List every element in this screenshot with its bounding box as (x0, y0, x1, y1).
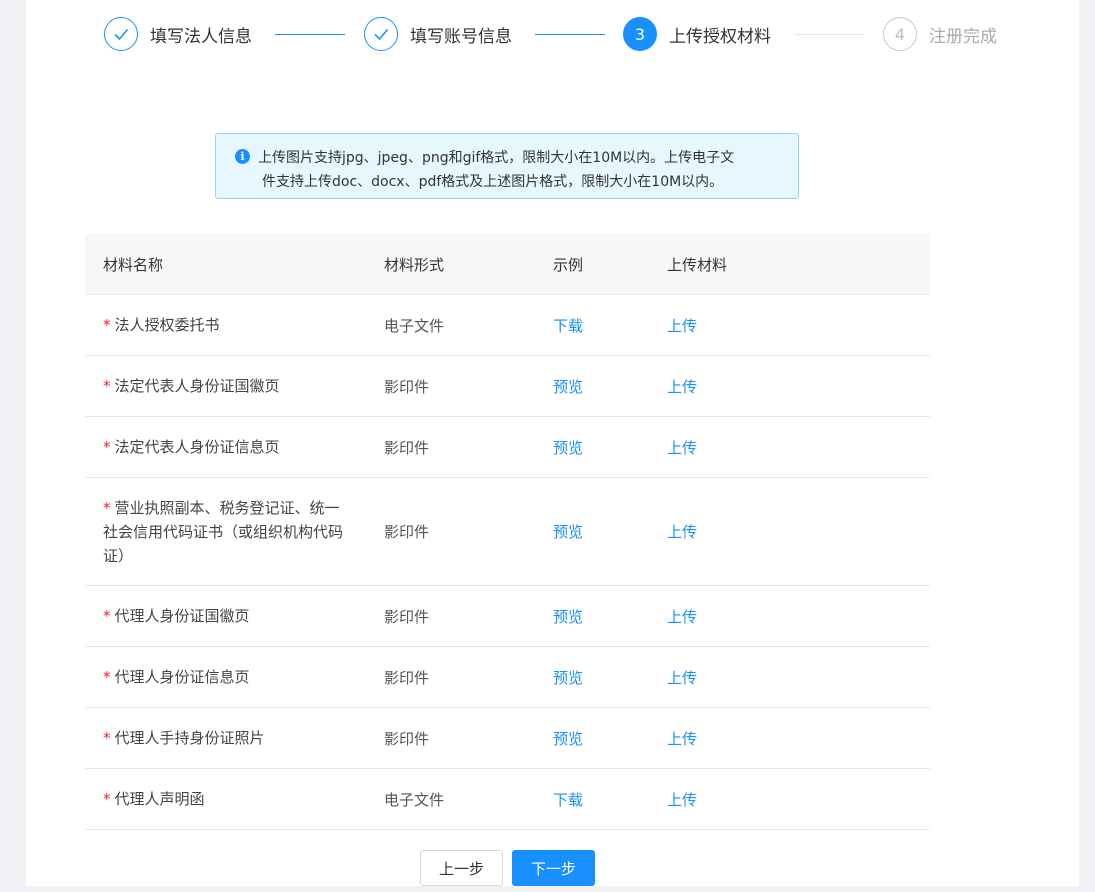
required-mark: * (103, 438, 111, 456)
steps-bar: 填写法人信息 填写账号信息 3 上传授权材料 4 注册完成 (26, 0, 1079, 70)
table-row: * 法定代表人身份证国徽页 影印件 预览 上传 (85, 356, 930, 417)
step-4-title: 注册完成 (929, 26, 997, 47)
table-row: * 营业执照副本、税务登记证、统一社会信用代码证书（或组织机构代码证） 影印件 预… (85, 478, 930, 586)
check-icon (364, 17, 398, 51)
step-connector-3 (794, 34, 864, 35)
step-connector-1 (275, 34, 345, 35)
table-row: * 法人授权委托书 电子文件 下载 上传 (85, 295, 930, 356)
materials-table: 材料名称 材料形式 示例 上传材料 * 法人授权委托书 电子文件 下载 上传 * 法… (85, 234, 930, 830)
table-header: 材料名称 材料形式 示例 上传材料 (85, 234, 930, 295)
material-form: 影印件 (384, 523, 430, 541)
prev-step-button[interactable]: 上一步 (420, 850, 503, 886)
step-3-number: 3 (623, 17, 657, 51)
step-connector-2 (535, 34, 605, 35)
required-mark: * (103, 668, 111, 686)
material-name: * 代理人身份证信息页 (103, 647, 348, 707)
page: 填写法人信息 填写账号信息 3 上传授权材料 4 注册完成 i 上传图片支持jp… (26, 0, 1079, 886)
material-name: * 营业执照副本、税务登记证、统一社会信用代码证书（或组织机构代码证） (103, 478, 343, 585)
step-3: 3 上传授权材料 (623, 16, 771, 52)
table-row: * 代理人手持身份证照片 影印件 预览 上传 (85, 708, 930, 769)
upload-link[interactable]: 上传 (667, 295, 787, 355)
example-preview-link[interactable]: 预览 (553, 647, 643, 707)
header-upload: 上传材料 (667, 255, 728, 274)
material-name: * 法定代表人身份证国徽页 (103, 356, 348, 416)
step-4-number: 4 (883, 17, 917, 51)
required-mark: * (103, 498, 111, 517)
material-form: 影印件 (384, 729, 430, 748)
header-example: 示例 (553, 255, 584, 274)
alert-text-line-1: 上传图片支持jpg、jpeg、png和gif格式，限制大小在10M以内。上传电子… (258, 150, 735, 166)
upload-link[interactable]: 上传 (667, 647, 787, 707)
required-mark: * (103, 316, 111, 334)
header-material-form: 材料形式 (384, 255, 445, 274)
material-name: * 代理人手持身份证照片 (103, 708, 348, 768)
material-form: 影印件 (384, 668, 430, 687)
table-row: * 代理人身份证信息页 影印件 预览 上传 (85, 647, 930, 708)
required-mark: * (103, 377, 111, 395)
next-step-button[interactable]: 下一步 (512, 850, 595, 886)
step-2: 填写账号信息 (364, 16, 512, 52)
material-name-text: 营业执照副本、税务登记证、统一社会信用代码证书（或组织机构代码证） (103, 498, 344, 565)
required-mark: * (103, 729, 111, 747)
step-4: 4 注册完成 (883, 16, 997, 52)
alert-text-line-2: 件支持上传doc、docx、pdf格式及上述图片格式，限制大小在10M以内。 (262, 174, 724, 190)
material-form: 影印件 (384, 607, 430, 626)
step-1: 填写法人信息 (104, 16, 252, 52)
example-preview-link[interactable]: 预览 (553, 356, 643, 416)
example-download-link[interactable]: 下载 (553, 295, 643, 355)
step-2-title: 填写账号信息 (410, 26, 512, 47)
example-preview-link[interactable]: 预览 (553, 586, 643, 646)
material-name-text: 法定代表人身份证信息页 (114, 438, 280, 456)
material-name-text: 代理人身份证信息页 (114, 668, 250, 686)
material-name-text: 代理人手持身份证照片 (114, 729, 265, 747)
required-mark: * (103, 790, 111, 808)
upload-link[interactable]: 上传 (667, 417, 787, 477)
info-icon: i (235, 149, 250, 164)
material-name-text: 法人授权委托书 (114, 316, 220, 334)
step-1-title: 填写法人信息 (150, 26, 252, 47)
table-row: * 代理人声明函 电子文件 下载 上传 (85, 769, 930, 830)
material-name: * 法人授权委托书 (103, 295, 348, 355)
upload-link[interactable]: 上传 (667, 769, 787, 829)
upload-link[interactable]: 上传 (667, 478, 787, 585)
example-preview-link[interactable]: 预览 (553, 708, 643, 768)
check-icon (104, 17, 138, 51)
material-name-text: 代理人身份证国徽页 (114, 607, 250, 625)
upload-link[interactable]: 上传 (667, 586, 787, 646)
table-row: * 代理人身份证国徽页 影印件 预览 上传 (85, 586, 930, 647)
table-row: * 法定代表人身份证信息页 影印件 预览 上传 (85, 417, 930, 478)
material-name: * 法定代表人身份证信息页 (103, 417, 348, 477)
material-name-text: 代理人声明函 (114, 790, 205, 808)
material-name-text: 法定代表人身份证国徽页 (114, 377, 280, 395)
example-preview-link[interactable]: 预览 (553, 417, 643, 477)
example-preview-link[interactable]: 预览 (553, 478, 643, 585)
upload-link[interactable]: 上传 (667, 708, 787, 768)
upload-link[interactable]: 上传 (667, 356, 787, 416)
material-form: 影印件 (384, 438, 430, 457)
example-download-link[interactable]: 下载 (553, 769, 643, 829)
header-material-name: 材料名称 (103, 255, 164, 274)
required-mark: * (103, 607, 111, 625)
material-name: * 代理人声明函 (103, 769, 348, 829)
material-form: 电子文件 (384, 316, 445, 335)
upload-info-alert: i 上传图片支持jpg、jpeg、png和gif格式，限制大小在10M以内。上传… (215, 133, 799, 199)
material-form: 影印件 (384, 377, 430, 396)
material-name: * 代理人身份证国徽页 (103, 586, 348, 646)
step-3-title: 上传授权材料 (669, 26, 771, 47)
material-form: 电子文件 (384, 790, 445, 809)
